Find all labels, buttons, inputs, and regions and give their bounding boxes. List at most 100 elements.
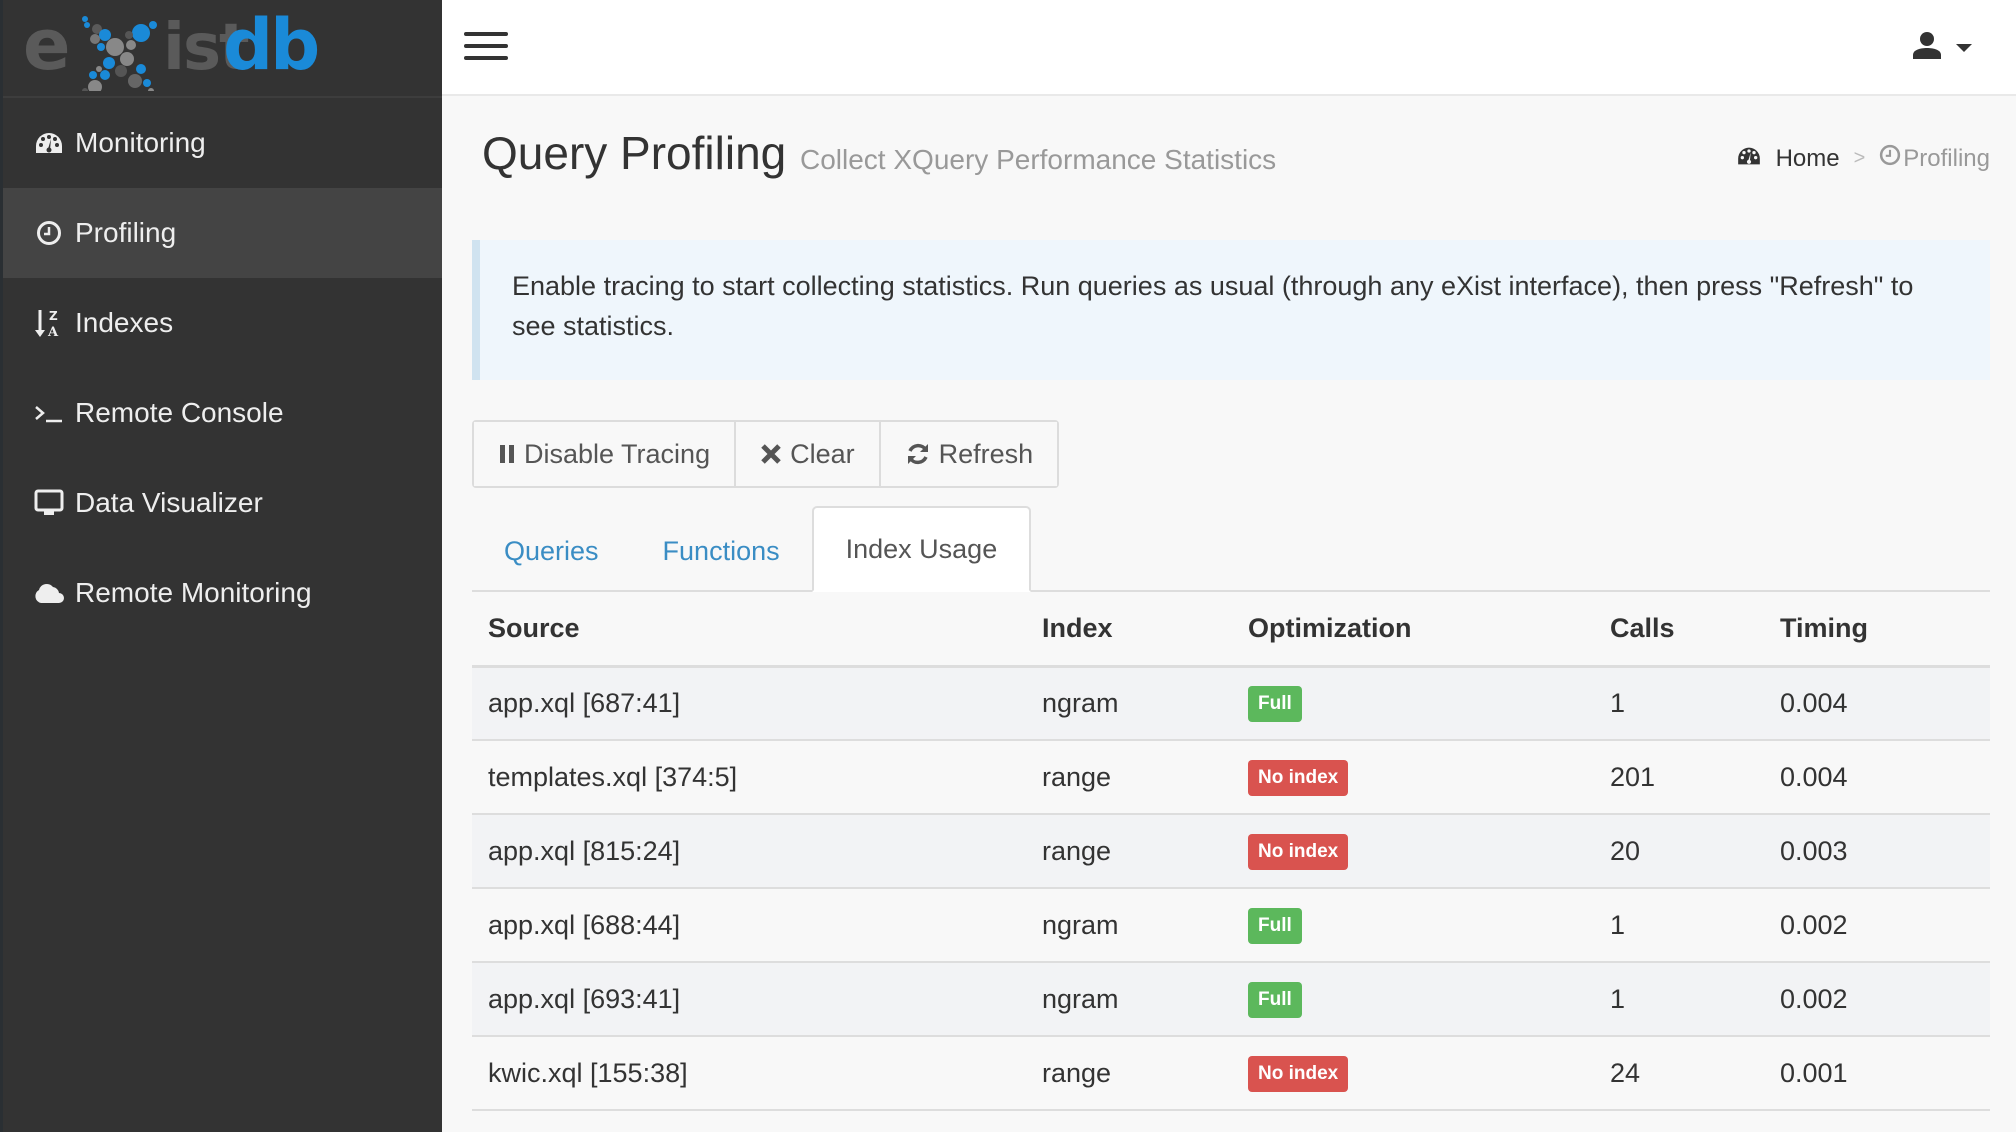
column-header-source[interactable]: Source xyxy=(472,592,1026,668)
source-cell: templates.xql [374:5] xyxy=(472,740,1026,815)
source-cell: app.xql [687:41] xyxy=(472,666,1026,741)
source-cell: app.xql [688:44] xyxy=(472,888,1026,963)
column-header-index[interactable]: Index xyxy=(1026,592,1232,668)
optimization-cell: No index xyxy=(1232,740,1594,815)
disable-tracing-button[interactable]: Disable Tracing xyxy=(474,422,737,486)
tracing-toolbar: Disable Tracing Clear Refresh xyxy=(472,420,1060,488)
svg-text:e: e xyxy=(23,5,70,86)
timing-cell: 0.002 xyxy=(1764,888,1990,963)
breadcrumb: Home > Profiling xyxy=(1736,144,1990,173)
optimization-badge: Full xyxy=(1248,685,1302,722)
index-cell: ngram xyxy=(1026,666,1232,741)
page-header: Query Profiling Collect XQuery Performan… xyxy=(472,96,1990,240)
tab-functions[interactable]: Functions xyxy=(631,510,812,592)
table-row: kwic.xql [155:38] range No index 24 0.001 xyxy=(472,1036,1990,1111)
main-content: Query Profiling Collect XQuery Performan… xyxy=(472,96,1990,1111)
clear-button[interactable]: Clear xyxy=(736,422,881,486)
index-cell: ngram xyxy=(1026,888,1232,963)
table-row: app.xql [687:41] ngram Full 1 0.004 xyxy=(472,666,1990,741)
breadcrumb-separator: > xyxy=(1853,147,1866,169)
sidebar-item-label: Profiling xyxy=(75,217,177,248)
calls-cell: 201 xyxy=(1594,740,1764,815)
source-cell: app.xql [693:41] xyxy=(472,962,1026,1037)
dashboard-icon xyxy=(33,127,65,159)
exist-db-logo[interactable]: e ist db xyxy=(3,0,442,98)
tab-index-usage[interactable]: Index Usage xyxy=(811,506,1032,592)
calls-cell: 1 xyxy=(1594,666,1764,741)
index-cell: range xyxy=(1026,1036,1232,1111)
optimization-cell: No index xyxy=(1232,814,1594,889)
sidebar-item-indexes[interactable]: ZA Indexes xyxy=(3,278,442,368)
close-icon xyxy=(760,443,782,465)
sort-alpha-icon: ZA xyxy=(33,307,65,339)
refresh-icon xyxy=(905,441,931,467)
svg-text:db: db xyxy=(223,5,317,86)
index-usage-table: Source Index Optimization Calls Timing a… xyxy=(472,592,1990,1111)
optimization-cell: Full xyxy=(1232,888,1594,963)
table-row: app.xql [688:44] ngram Full 1 0.002 xyxy=(472,888,1990,963)
dashboard-icon xyxy=(1736,145,1762,173)
sidebar-item-remote-monitoring[interactable]: Remote Monitoring xyxy=(3,548,442,638)
timing-cell: 0.001 xyxy=(1764,1036,1990,1111)
pause-icon xyxy=(498,443,516,465)
sidebar-item-label: Remote Monitoring xyxy=(75,577,312,608)
cloud-icon xyxy=(33,577,65,609)
sidebar-item-label: Remote Console xyxy=(75,397,284,428)
sidebar-item-label: Monitoring xyxy=(75,127,206,158)
source-cell: app.xql [815:24] xyxy=(472,814,1026,889)
top-navbar xyxy=(442,0,2016,96)
calls-cell: 20 xyxy=(1594,814,1764,889)
sidebar-item-profiling[interactable]: Profiling xyxy=(3,188,442,278)
hamburger-menu-button[interactable] xyxy=(464,32,510,62)
sidebar: e ist db Monitoring Profiling Z A Indexe… xyxy=(0,0,442,1132)
optimization-cell: No index xyxy=(1232,1036,1594,1111)
table-header-row: Source Index Optimization Calls Timing xyxy=(472,592,1990,668)
desktop-icon xyxy=(33,487,65,519)
breadcrumb-current: Profiling xyxy=(1879,144,1990,173)
refresh-button[interactable]: Refresh xyxy=(880,422,1058,486)
index-cell: range xyxy=(1026,814,1232,889)
calls-cell: 1 xyxy=(1594,888,1764,963)
calls-cell: 24 xyxy=(1594,1036,1764,1111)
profiling-tabs: Queries Functions Index Usage xyxy=(472,506,1990,592)
index-cell: ngram xyxy=(1026,962,1232,1037)
user-icon xyxy=(1913,32,1941,59)
sidebar-item-label: Data Visualizer xyxy=(75,487,263,518)
optimization-cell: Full xyxy=(1232,962,1594,1037)
column-header-optimization[interactable]: Optimization xyxy=(1232,592,1594,668)
calls-cell: 1 xyxy=(1594,962,1764,1037)
user-menu-dropdown[interactable] xyxy=(1912,30,1972,60)
sidebar-item-data-visualizer[interactable]: Data Visualizer xyxy=(3,458,442,548)
clock-icon xyxy=(33,217,65,249)
sidebar-item-label: Indexes xyxy=(75,307,174,338)
clock-icon xyxy=(1879,144,1901,173)
table-row: app.xql [693:41] ngram Full 1 0.002 xyxy=(472,962,1990,1037)
info-callout: Enable tracing to start collecting stati… xyxy=(472,240,1990,380)
svg-text:Z: Z xyxy=(49,309,58,323)
breadcrumb-home-link[interactable]: Home xyxy=(1736,145,1840,173)
sidebar-item-monitoring[interactable]: Monitoring xyxy=(3,98,442,188)
hamburger-icon xyxy=(464,32,508,36)
page-title: Query Profiling xyxy=(482,127,787,179)
optimization-badge: No index xyxy=(1248,1055,1349,1092)
optimization-badge: Full xyxy=(1248,907,1302,944)
timing-cell: 0.004 xyxy=(1764,740,1990,815)
sidebar-item-remote-console[interactable]: Remote Console xyxy=(3,368,442,458)
logo-icon: e ist db xyxy=(23,5,320,91)
column-header-calls[interactable]: Calls xyxy=(1594,592,1764,668)
index-cell: range xyxy=(1026,740,1232,815)
timing-cell: 0.003 xyxy=(1764,814,1990,889)
tab-queries[interactable]: Queries xyxy=(472,510,631,592)
optimization-cell: Full xyxy=(1232,666,1594,741)
timing-cell: 0.002 xyxy=(1764,962,1990,1037)
caret-down-icon xyxy=(1956,44,1972,52)
optimization-badge: No index xyxy=(1248,759,1349,796)
column-header-timing[interactable]: Timing xyxy=(1764,592,1990,668)
optimization-badge: No index xyxy=(1248,833,1349,870)
page-subtitle: Collect XQuery Performance Statistics xyxy=(800,144,1277,175)
terminal-icon xyxy=(33,397,65,429)
source-cell: kwic.xql [155:38] xyxy=(472,1036,1026,1111)
table-body: app.xql [687:41] ngram Full 1 0.004 templates… xyxy=(472,666,1990,1111)
table-row: app.xql [815:24] range No index 20 0.003 xyxy=(472,814,1990,889)
optimization-badge: Full xyxy=(1248,981,1302,1018)
